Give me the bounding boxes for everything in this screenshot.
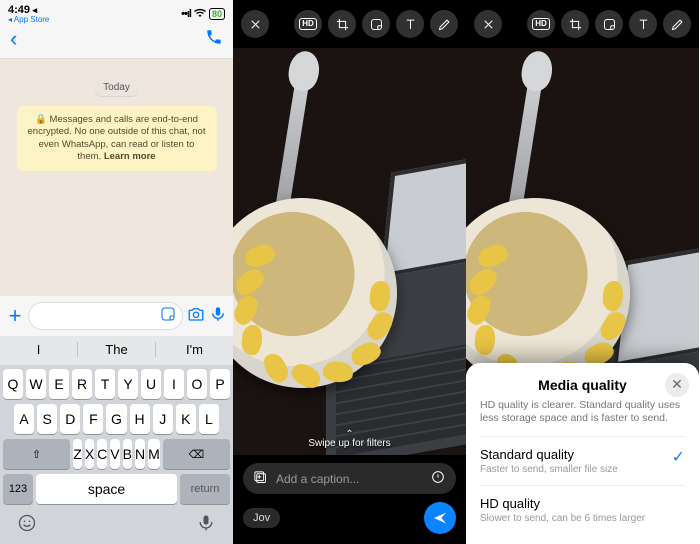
whatsapp-chat-panel: 4:49 ◂ ◂ App Store ••ıl 80 ‹ Today 🔒 Mes… bbox=[0, 0, 233, 544]
prediction-2[interactable]: The bbox=[78, 342, 156, 357]
text-button[interactable] bbox=[629, 10, 657, 38]
close-button[interactable] bbox=[474, 10, 502, 38]
sheet-close-button[interactable]: ✕ bbox=[665, 373, 689, 397]
option-hd-quality[interactable]: HD quality Slower to send, can be 6 time… bbox=[480, 485, 685, 534]
key-j[interactable]: J bbox=[153, 404, 173, 434]
sheet-title: Media quality bbox=[480, 377, 685, 393]
hd-toggle-button[interactable]: HD bbox=[527, 10, 555, 38]
key-m[interactable]: M bbox=[148, 439, 160, 469]
view-once-button[interactable] bbox=[430, 469, 446, 488]
backspace-key[interactable]: ⌫ bbox=[163, 439, 230, 469]
key-o[interactable]: O bbox=[187, 369, 207, 399]
send-row: Jov bbox=[233, 498, 466, 544]
hd-toggle-button[interactable]: HD bbox=[294, 10, 322, 38]
key-g[interactable]: G bbox=[106, 404, 126, 434]
key-row-2: ASDFGHJKL bbox=[3, 404, 230, 434]
emoji-button[interactable] bbox=[17, 513, 37, 538]
key-s[interactable]: S bbox=[37, 404, 57, 434]
key-b[interactable]: B bbox=[123, 439, 132, 469]
key-l[interactable]: L bbox=[199, 404, 219, 434]
key-k[interactable]: K bbox=[176, 404, 196, 434]
space-key[interactable]: space bbox=[36, 474, 177, 504]
sheet-description: HD quality is clearer. Standard quality … bbox=[480, 399, 685, 426]
battery-icon: 80 bbox=[209, 8, 225, 20]
editor-toolbar: HD bbox=[466, 0, 699, 48]
gallery-add-icon[interactable] bbox=[253, 470, 268, 488]
send-button[interactable] bbox=[424, 502, 456, 534]
key-i[interactable]: I bbox=[164, 369, 184, 399]
camera-button[interactable] bbox=[187, 305, 205, 328]
key-e[interactable]: E bbox=[49, 369, 69, 399]
draw-button[interactable] bbox=[430, 10, 458, 38]
key-w[interactable]: W bbox=[26, 369, 46, 399]
prediction-1[interactable]: I bbox=[0, 342, 78, 357]
editor-toolbar: HD bbox=[233, 0, 466, 48]
predictive-bar: I The I'm bbox=[0, 336, 233, 365]
key-x[interactable]: X bbox=[85, 439, 94, 469]
sticker-button[interactable] bbox=[362, 10, 390, 38]
key-h[interactable]: H bbox=[130, 404, 150, 434]
close-button[interactable] bbox=[241, 10, 269, 38]
key-r[interactable]: R bbox=[72, 369, 92, 399]
sticker-button[interactable] bbox=[595, 10, 623, 38]
key-z[interactable]: Z bbox=[73, 439, 82, 469]
key-q[interactable]: Q bbox=[3, 369, 23, 399]
signal-icon: ••ıl bbox=[181, 8, 191, 20]
dictation-button[interactable] bbox=[196, 513, 216, 538]
back-to-app-store[interactable]: ◂ App Store bbox=[8, 15, 49, 24]
chat-topbar: ‹ bbox=[0, 24, 233, 59]
media-editor-panel: HD Swipe up for filters Add a caption...… bbox=[233, 0, 466, 544]
option-standard-quality[interactable]: Standard quality Faster to send, smaller… bbox=[480, 436, 685, 485]
caption-row: Add a caption... bbox=[233, 455, 466, 498]
attach-button[interactable]: + bbox=[6, 303, 24, 329]
text-button[interactable] bbox=[396, 10, 424, 38]
key-f[interactable]: F bbox=[83, 404, 103, 434]
wifi-icon bbox=[193, 8, 207, 21]
caption-placeholder: Add a caption... bbox=[276, 472, 422, 486]
key-a[interactable]: A bbox=[14, 404, 34, 434]
ios-keyboard: I The I'm QWERTYUIOP ASDFGHJKL ⇧ ZXCVBNM… bbox=[0, 336, 233, 544]
numbers-key[interactable]: 123 bbox=[3, 474, 33, 504]
photo-preview[interactable]: Swipe up for filters bbox=[233, 48, 466, 455]
sticker-icon[interactable] bbox=[160, 306, 176, 327]
key-row-1: QWERTYUIOP bbox=[3, 369, 230, 399]
prediction-3[interactable]: I'm bbox=[156, 342, 233, 357]
key-c[interactable]: C bbox=[97, 439, 107, 469]
key-v[interactable]: V bbox=[110, 439, 119, 469]
check-icon: ✓ bbox=[672, 447, 685, 467]
media-quality-panel: HD ✕ Media quality HD quality is clearer… bbox=[466, 0, 699, 544]
swipe-filters-hint: Swipe up for filters bbox=[233, 432, 466, 449]
voice-record-button[interactable] bbox=[209, 305, 227, 328]
key-n[interactable]: N bbox=[135, 439, 145, 469]
status-bar: 4:49 ◂ ◂ App Store ••ıl 80 bbox=[0, 0, 233, 24]
return-key[interactable]: return bbox=[180, 474, 230, 504]
message-input-row: + bbox=[0, 296, 233, 336]
shift-key[interactable]: ⇧ bbox=[3, 439, 70, 469]
date-separator: Today bbox=[95, 79, 138, 96]
crop-button[interactable] bbox=[328, 10, 356, 38]
status-icons: ••ıl 80 bbox=[181, 8, 225, 21]
keyboard-bottom-row bbox=[3, 509, 230, 538]
crop-button[interactable] bbox=[561, 10, 589, 38]
key-row-3: ⇧ ZXCVBNM ⌫ bbox=[3, 439, 230, 469]
key-row-4: 123 space return bbox=[3, 474, 230, 504]
back-button[interactable]: ‹ bbox=[10, 26, 17, 52]
key-u[interactable]: U bbox=[141, 369, 161, 399]
encryption-notice[interactable]: 🔒 Messages and calls are end-to-end encr… bbox=[17, 106, 217, 171]
caption-input[interactable]: Add a caption... bbox=[243, 463, 456, 494]
key-y[interactable]: Y bbox=[118, 369, 138, 399]
chat-messages-area[interactable]: Today 🔒 Messages and calls are end-to-en… bbox=[0, 59, 233, 296]
learn-more-link[interactable]: Learn more bbox=[104, 151, 156, 162]
call-button[interactable] bbox=[205, 28, 223, 51]
recipient-chip[interactable]: Jov bbox=[243, 508, 280, 528]
key-p[interactable]: P bbox=[210, 369, 230, 399]
media-quality-sheet: ✕ Media quality HD quality is clearer. S… bbox=[466, 363, 699, 544]
message-input[interactable] bbox=[28, 302, 183, 330]
status-time: 4:49 ◂ ◂ App Store bbox=[8, 4, 49, 24]
key-d[interactable]: D bbox=[60, 404, 80, 434]
key-t[interactable]: T bbox=[95, 369, 115, 399]
draw-button[interactable] bbox=[663, 10, 691, 38]
